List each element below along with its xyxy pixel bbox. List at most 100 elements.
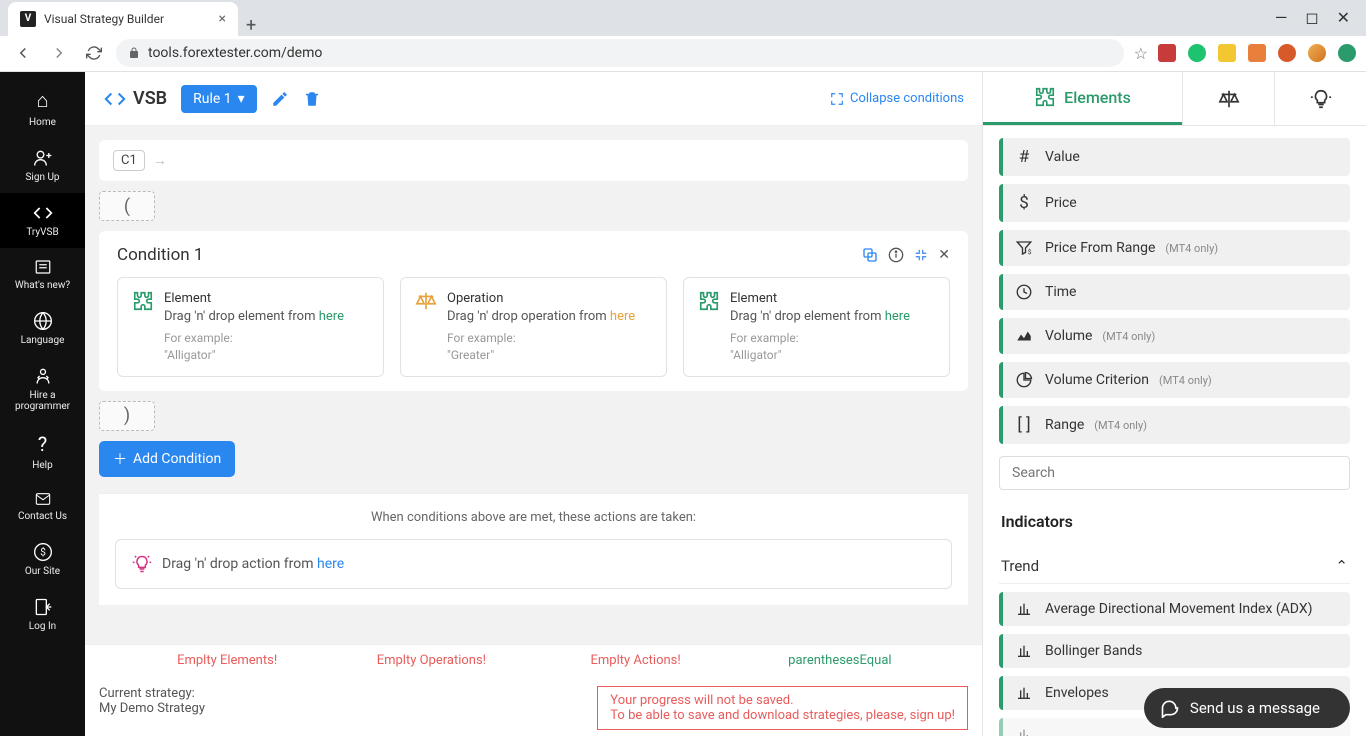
slot-example-label: For example: [730,331,799,345]
signup-icon [32,148,54,168]
element-price-range[interactable]: $ Price From Range (MT4 only) [999,230,1350,266]
chip-label: Price From Range [1045,240,1155,256]
tab-close-icon[interactable]: × [219,11,226,27]
address-bar[interactable]: tools.forextester.com/demo [116,39,1124,67]
minimize-icon[interactable]: — [1275,8,1288,27]
chat-widget[interactable]: Send us a message [1144,688,1350,728]
trend-accordion[interactable]: Trend ⌃ [999,549,1350,584]
sidenav-tryvsb[interactable]: TryVSB [0,193,85,248]
sidenav-label: What's new? [15,280,70,291]
warn-parens: parenthesesEqual [738,653,942,668]
sidenav-whatsnew[interactable]: What's new? [0,248,85,301]
indicator-bollinger[interactable]: Bollinger Bands [999,634,1350,668]
sidenav-signup[interactable]: Sign Up [0,138,85,193]
chip-badge: (MT4 only) [1159,374,1212,387]
tab-operations[interactable] [1182,72,1274,125]
edit-button[interactable] [271,90,289,108]
ext-icon-4[interactable] [1248,44,1266,62]
sidenav-contact[interactable]: Contact Us [0,481,85,532]
ext-icon-1[interactable] [1158,44,1176,62]
hash-icon: # [1013,147,1035,167]
puzzle-icon [1034,86,1056,108]
strategy-label: Current strategy: [99,686,205,701]
tab-actions[interactable] [1274,72,1366,125]
window-controls: — ◻ ✕ [1259,0,1366,36]
new-tab-button[interactable]: + [238,15,264,36]
element-volume-criterion[interactable]: Volume Criterion (MT4 only) [999,362,1350,398]
ext-icon-2[interactable] [1188,44,1206,62]
operation-slot[interactable]: Operation Drag 'n' drop operation from h… [400,277,667,377]
ext-icon-6[interactable] [1308,44,1326,62]
sidenav-home[interactable]: ⌂ Home [0,78,85,138]
funnel-dollar-icon: $ [1013,239,1035,257]
right-panel: Elements # Value $Price $ Price From Rang… [982,72,1366,736]
url-text: tools.forextester.com/demo [148,45,322,61]
reload-button[interactable] [82,41,106,65]
slot-example-label: For example: [164,331,233,345]
element-slot-1[interactable]: Element Drag 'n' drop element from here … [117,277,384,377]
save-warning-l1: Your progress will not be saved. [610,693,955,708]
sidenav-login[interactable]: Log In [0,587,85,642]
collapse-conditions-link[interactable]: Collapse conditions [830,91,964,106]
sidenav-language[interactable]: Language [0,301,85,356]
sidenav-help[interactable]: ? Help [0,422,85,481]
search-input[interactable] [999,456,1350,490]
tab-elements[interactable]: Elements [983,72,1182,125]
delete-button[interactable] [303,90,321,108]
close-condition-icon[interactable]: ✕ [938,247,950,263]
chip-badge: (MT4 only) [1102,330,1155,343]
sidenav-hire[interactable]: Hire a programmer [0,356,85,422]
open-paren-slot[interactable]: ( [99,191,155,221]
forward-button[interactable] [46,40,72,66]
home-icon: ⌂ [36,88,48,113]
element-price[interactable]: $Price [999,184,1350,222]
close-paren-slot[interactable]: ) [99,401,155,431]
chip-label: Time [1045,284,1076,300]
slot-link[interactable]: here [610,309,635,324]
add-condition-button[interactable]: ＋ Add Condition [99,441,235,477]
slot-label: Element [730,290,910,308]
condition-chip[interactable]: C1 [113,150,145,171]
tab-title: Visual Strategy Builder [44,12,164,26]
slot-link[interactable]: here [885,309,910,324]
chip-label: Value [1045,149,1080,165]
element-range[interactable]: [ ] Range (MT4 only) [999,406,1350,444]
indicator-adx[interactable]: Average Directional Movement Index (ADX) [999,592,1350,626]
slot-example: "Alligator" [730,348,782,362]
brackets-icon: [ ] [1013,415,1035,435]
chat-icon [1160,698,1180,718]
shrink-icon[interactable] [914,248,928,262]
idea-icon [132,554,152,574]
close-window-icon[interactable]: ✕ [1337,8,1350,27]
browser-chrome: V Visual Strategy Builder × + — ◻ ✕ tool… [0,0,1366,72]
action-drop-zone[interactable]: Drag 'n' drop action from here [115,539,952,589]
right-panel-body: # Value $Price $ Price From Range (MT4 on… [983,126,1366,736]
slot-link[interactable]: here [319,309,344,324]
sidenav-label: Hire a programmer [4,390,81,412]
sidenav-oursite[interactable]: $ Our Site [0,532,85,587]
copy-icon[interactable] [862,247,878,263]
action-drop-link[interactable]: here [317,556,344,572]
puzzle-icon [698,290,720,364]
globe-icon [33,311,53,331]
element-time[interactable]: Time [999,274,1350,310]
slot-hint: Drag 'n' drop element from [730,309,882,324]
ext-icon-5[interactable] [1278,44,1296,62]
browser-tab[interactable]: V Visual Strategy Builder × [8,2,238,36]
pie-icon [1013,371,1035,389]
maximize-icon[interactable]: ◻ [1305,8,1318,27]
info-icon[interactable] [888,247,904,263]
back-button[interactable] [10,40,36,66]
actions-block: When conditions above are met, these act… [99,493,968,605]
star-icon[interactable]: ☆ [1134,44,1148,63]
slot-hint: Drag 'n' drop element from [164,309,316,324]
element-value[interactable]: # Value [999,138,1350,176]
rule-dropdown[interactable]: Rule 1 ▾ [181,85,257,113]
ext-icon-3[interactable] [1218,44,1236,62]
right-panel-tabs: Elements [983,72,1366,126]
element-slot-2[interactable]: Element Drag 'n' drop element from here … [683,277,950,377]
scale-icon [415,290,437,364]
ext-icon-7[interactable] [1338,44,1356,62]
sidenav-label: Home [29,117,56,128]
element-volume[interactable]: Volume (MT4 only) [999,318,1350,354]
